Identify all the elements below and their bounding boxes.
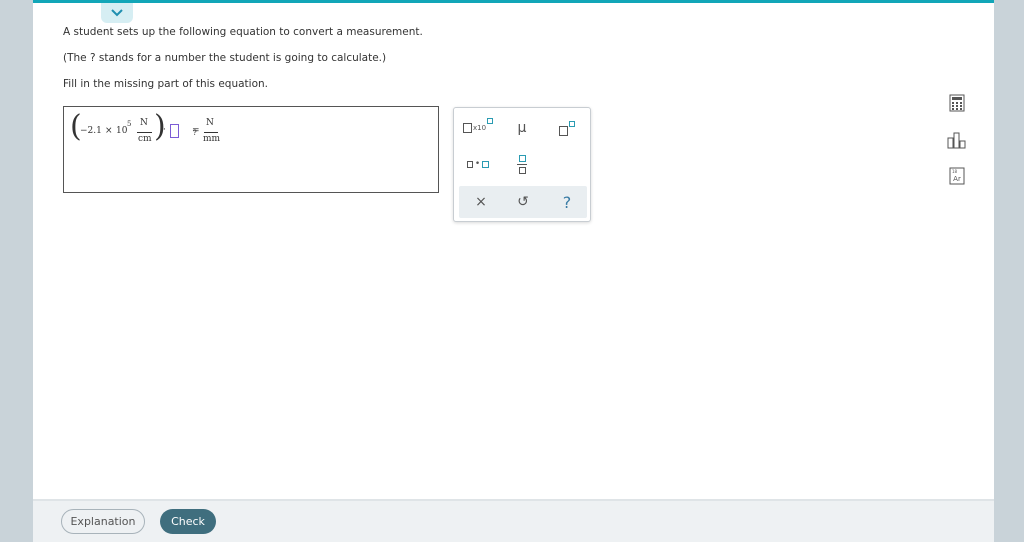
superscript-box-icon	[569, 121, 575, 127]
mu-button[interactable]: μ	[506, 116, 538, 140]
svg-text:18: 18	[952, 169, 958, 174]
math-toolbox: x10 μ • × ↺ ?	[453, 107, 591, 222]
calculator-button[interactable]	[947, 93, 967, 113]
periodic-table-button[interactable]: Ar 18	[947, 166, 967, 186]
denominator-box-icon	[518, 166, 526, 174]
undo-icon: ↺	[517, 194, 529, 210]
collapse-tab[interactable]	[101, 3, 133, 23]
superscript-button[interactable]	[550, 116, 584, 140]
clear-button[interactable]: ×	[467, 186, 495, 218]
help-button[interactable]: ?	[553, 186, 581, 218]
result-denominator-unit: mm	[203, 134, 221, 144]
check-button[interactable]: Check	[160, 509, 216, 534]
periodic-table-label: Ar	[953, 175, 961, 183]
equation-result: ?	[193, 129, 197, 137]
bar-chart-icon	[947, 132, 966, 149]
question-line-1: A student sets up the following equation…	[63, 26, 423, 38]
calculator-icon	[949, 94, 965, 112]
equation: ( −2.1 × 10 5 N cm ) · = ? N mm	[64, 107, 438, 147]
result-fraction-line	[204, 132, 218, 133]
question-line-3: Fill in the missing part of this equatio…	[63, 78, 268, 90]
unit-placeholder-slot[interactable]	[170, 124, 179, 138]
multiply-dot-button[interactable]: •	[460, 152, 496, 176]
main-panel: A student sets up the following equation…	[33, 0, 994, 542]
undo-button[interactable]: ↺	[509, 186, 537, 218]
left-box-icon	[466, 160, 473, 168]
equation-denominator-unit: cm	[138, 134, 152, 144]
base-box-icon	[559, 126, 568, 136]
equation-dot: ·	[163, 125, 166, 135]
result-numerator-unit: N	[206, 118, 214, 128]
chevron-down-icon	[111, 9, 123, 17]
data-button[interactable]	[947, 130, 967, 150]
close-icon: ×	[475, 194, 487, 210]
equation-base: 10	[116, 126, 128, 136]
fraction-bar-icon	[517, 163, 527, 165]
periodic-table-icon: Ar 18	[949, 167, 965, 185]
right-box-icon	[482, 160, 490, 168]
equation-exponent: 5	[127, 120, 132, 128]
help-icon: ?	[562, 192, 572, 212]
top-accent-bar	[33, 0, 994, 3]
exponent-box-icon	[487, 118, 494, 124]
equation-times: ×	[105, 126, 113, 136]
numerator-box-icon	[518, 154, 526, 162]
toolbox-action-row: × ↺ ?	[459, 186, 587, 218]
answer-input-box[interactable]: ( −2.1 × 10 5 N cm ) · = ? N mm	[63, 106, 439, 193]
x10-label: x10	[472, 124, 487, 132]
explanation-button[interactable]: Explanation	[61, 509, 145, 534]
question-line-2: (The ? stands for a number the student i…	[63, 52, 387, 64]
mu-label: μ	[517, 120, 527, 136]
dot-icon: •	[474, 159, 481, 169]
equation-numerator-unit: N	[140, 118, 148, 128]
footer-bar: Explanation Check	[33, 501, 994, 542]
scientific-notation-button[interactable]: x10	[460, 116, 496, 140]
equation-fraction-line	[137, 132, 152, 133]
equation-coefficient: −2.1	[80, 126, 102, 136]
box-icon	[462, 123, 472, 133]
fraction-button[interactable]	[506, 150, 538, 178]
